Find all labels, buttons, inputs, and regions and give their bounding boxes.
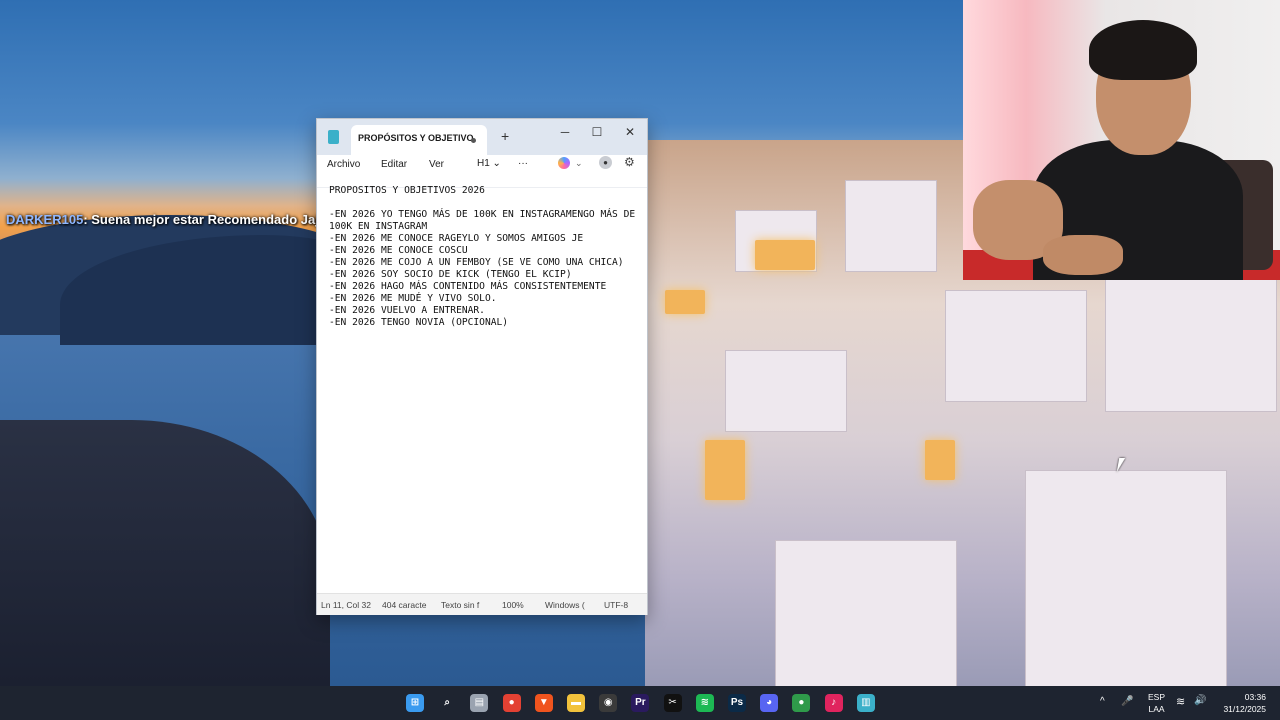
webcam-overlay: [963, 0, 1280, 280]
wifi-icon[interactable]: ≋: [1176, 695, 1185, 708]
house: [775, 540, 957, 686]
house: [1105, 270, 1277, 412]
photoshop-icon[interactable]: Ps: [728, 694, 746, 712]
taskbar: ⊞ ⌕ ▤ ● ▼ ▬ ◉ Pr ✂ ≋ Ps ◕ ● ♪ ▥ ^ 🎤 ESP LAA ≋ 🔊 03:36 …: [0, 686, 1280, 720]
account-icon[interactable]: ●: [599, 156, 612, 169]
microphone-icon[interactable]: 🎤: [1121, 696, 1133, 707]
more-options-button[interactable]: ···: [518, 157, 528, 170]
brave-icon[interactable]: ▼: [534, 694, 553, 712]
clock-time: 03:36: [1244, 692, 1266, 702]
house: [945, 290, 1087, 402]
house: [845, 180, 937, 272]
file-manager-icon[interactable]: ▤: [470, 694, 489, 712]
clock[interactable]: 03:36 31/12/2025: [1218, 692, 1266, 714]
zoom-level[interactable]: 100%: [502, 600, 524, 610]
house: [725, 350, 847, 432]
encoding[interactable]: UTF-8: [604, 600, 628, 610]
cursor-position: Ln 11, Col 32: [321, 600, 371, 610]
obs-icon[interactable]: ◉: [599, 694, 618, 712]
lit-window: [925, 440, 955, 480]
maximize-button[interactable]: ☐: [582, 122, 612, 142]
house: [1025, 470, 1227, 686]
document-tab[interactable]: PROPÓSITOS Y OBJETIVO: [351, 125, 487, 155]
windows-start-icon[interactable]: ⊞: [406, 694, 424, 712]
notepad-app-icon: [328, 130, 339, 144]
title-bar[interactable]: PROPÓSITOS Y OBJETIVO + ─ ☐ ✕: [317, 119, 647, 155]
keyboard-layout: LAA: [1148, 704, 1165, 714]
close-button[interactable]: ✕: [615, 122, 645, 142]
lit-window: [705, 440, 745, 500]
menu-edit[interactable]: Editar: [381, 158, 407, 171]
line-ending[interactable]: Windows (: [545, 600, 585, 610]
notepad-window[interactable]: PROPÓSITOS Y OBJETIVO + ─ ☐ ✕ Archivo Ed…: [316, 118, 648, 615]
new-tab-button[interactable]: +: [501, 128, 509, 144]
folder-icon[interactable]: ▬: [567, 694, 585, 712]
tiktok-icon[interactable]: ♪: [824, 694, 843, 712]
search-icon[interactable]: ⌕: [438, 694, 457, 712]
chrome-icon[interactable]: ●: [502, 694, 521, 712]
menu-bar: Archivo Editar Ver H1 ⌄ ··· ⌄ ● ⚙: [317, 155, 647, 188]
lit-window: [665, 290, 705, 314]
copilot-dropdown-icon[interactable]: ⌄: [575, 157, 583, 170]
discord-icon[interactable]: ◕: [760, 694, 779, 712]
tray-chevron-icon[interactable]: ^: [1100, 696, 1105, 707]
menu-view[interactable]: Ver: [429, 158, 444, 171]
chrome-2-icon[interactable]: ●: [792, 694, 811, 712]
spotify-icon[interactable]: ≋: [695, 694, 714, 712]
volume-icon[interactable]: 🔊: [1194, 695, 1206, 706]
webcam-person-hand: [1043, 235, 1123, 275]
clock-date: 31/12/2025: [1223, 704, 1266, 714]
unsaved-dot-icon[interactable]: [471, 138, 476, 143]
capcut-icon[interactable]: ✂: [663, 694, 682, 712]
text-format[interactable]: Texto sin f: [441, 600, 479, 610]
menu-file[interactable]: Archivo: [327, 158, 360, 171]
copilot-icon[interactable]: [558, 157, 570, 169]
notepad-icon[interactable]: ▥: [856, 694, 875, 712]
settings-icon[interactable]: ⚙: [624, 156, 635, 169]
status-bar: Ln 11, Col 32 404 caracte Texto sin f 10…: [317, 593, 647, 615]
tab-title: PROPÓSITOS Y OBJETIVO: [358, 133, 474, 143]
premiere-icon[interactable]: Pr: [631, 694, 650, 712]
language-code: ESP: [1148, 692, 1166, 702]
character-count: 404 caracte: [382, 600, 427, 610]
chat-username: DARKER105: [6, 212, 84, 227]
chat-message: DARKER105: Suena mejor estar Recomendado…: [6, 212, 359, 227]
heading-dropdown[interactable]: H1 ⌄: [477, 157, 501, 170]
minimize-button[interactable]: ─: [550, 122, 580, 142]
language-indicator[interactable]: ESP LAA: [1148, 692, 1165, 714]
text-editor[interactable]: PROPÓSITOS Y OBJETIVOS 2026 -EN 2026 YO …: [329, 185, 647, 585]
webcam-person-hair: [1089, 20, 1197, 80]
lit-window: [755, 240, 815, 270]
